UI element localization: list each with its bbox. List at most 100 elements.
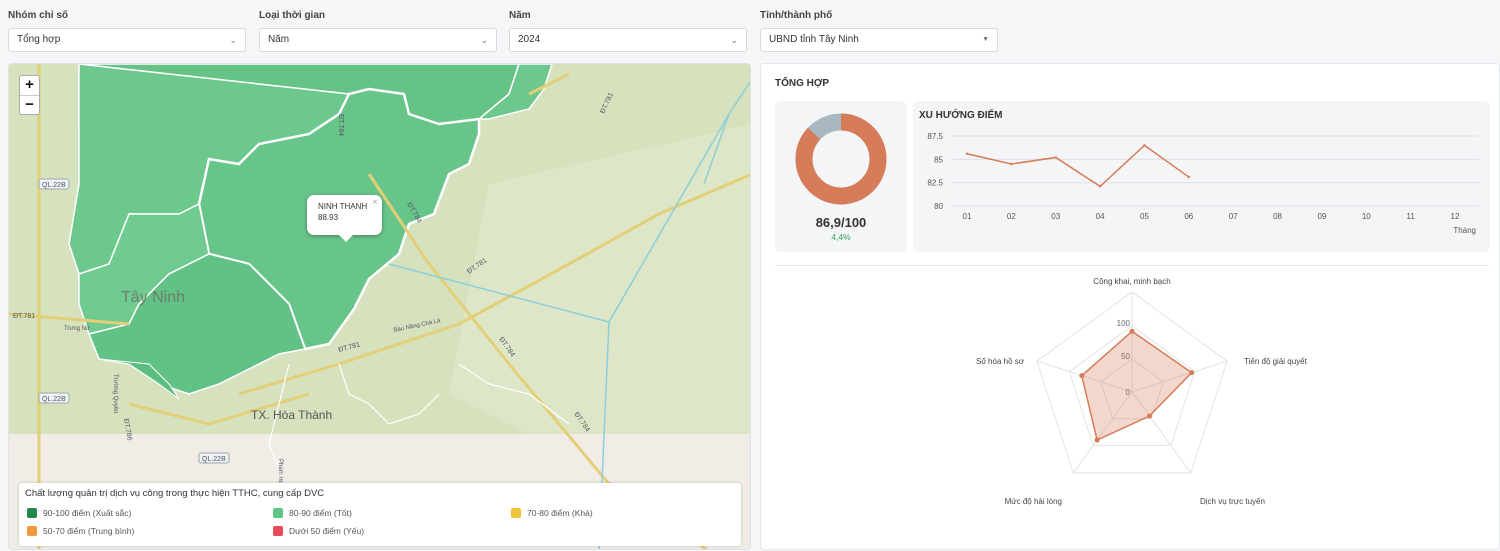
radar-axis-label: Dịch vụ trực tuyến	[1200, 497, 1265, 506]
legend-swatch	[27, 508, 37, 518]
district-popup: × NINH THẠNH 88.93	[307, 195, 382, 242]
legend-item: 80-90 điểm (Tốt)	[273, 508, 352, 518]
zoom-out-button[interactable]: −	[20, 95, 39, 114]
x-tick-label: 06	[1184, 212, 1193, 221]
legend-swatch	[27, 526, 37, 536]
summary-card: TỔNG HỢP 86,9/100 4,4% XU HƯỚNG ĐIỂM 80 8…	[760, 63, 1500, 550]
legend-swatch	[511, 508, 521, 518]
radar-axis-label: Tiến độ giải quyết	[1244, 357, 1308, 366]
map-canvas[interactable]: Tây Ninh TX. Hòa Thành QL.22B QL.22B QL.…	[9, 64, 751, 550]
filter-time-type: Loại thời gian Năm ⌄	[259, 10, 497, 52]
legend-title: Chất lượng quản trị dịch vụ công trong t…	[25, 488, 325, 499]
y-tick-label: 85	[934, 155, 943, 164]
filter-label: Nhóm chỉ số	[8, 10, 69, 21]
legend-swatch	[273, 526, 283, 536]
y-tick-label: 80	[934, 202, 943, 211]
legend-item: 90-100 điểm (Xuất sắc)	[27, 508, 131, 518]
road-label: ĐT.784	[337, 114, 344, 136]
caret-down-icon: ▼	[982, 36, 989, 43]
trend-point	[965, 152, 969, 155]
trend-series-line	[966, 144, 1190, 188]
filter-bar: Nhóm chỉ số Tổng hợp ⌄ Loại thời gian Năm…	[0, 0, 1500, 60]
filter-label: Năm	[509, 10, 531, 21]
radar-point	[1189, 370, 1195, 376]
trend-line-chart: 80 82.5 85 87.5 01 02 03 04 05 06 07 08 09 10 11 12 Thán…	[927, 132, 1479, 235]
year-select[interactable]: 2024 ⌄	[509, 28, 747, 52]
legend-swatch	[273, 508, 283, 518]
zoom-control: + −	[19, 75, 40, 115]
x-tick-label: 07	[1229, 212, 1238, 221]
select-value: 2024	[518, 34, 541, 45]
y-tick-label: 82.5	[927, 179, 943, 188]
road-label: QL.22B	[42, 396, 66, 403]
trend-point	[1098, 185, 1102, 188]
filter-index-group: Nhóm chỉ số Tổng hợp ⌄	[8, 10, 246, 52]
radar-point	[1129, 328, 1135, 334]
x-tick-label: 02	[1007, 212, 1016, 221]
trend-point	[1143, 144, 1146, 147]
trend-point	[1187, 175, 1191, 179]
radar-point	[1094, 437, 1100, 443]
summary-title: TỔNG HỢP	[775, 78, 830, 89]
x-tick-label: 05	[1140, 212, 1149, 221]
score-change: 4,4%	[831, 232, 851, 242]
radar-point	[1146, 413, 1152, 419]
radar-point	[1079, 373, 1085, 379]
filter-label: Loại thời gian	[259, 10, 325, 21]
map-card: Tây Ninh TX. Hòa Thành QL.22B QL.22B QL.…	[8, 63, 751, 550]
x-tick-label: 08	[1273, 212, 1282, 221]
criteria-radar-chart: 050100Công khai, minh bạchTiến độ giải q…	[976, 277, 1308, 506]
road-label: Trường Quyền	[112, 374, 118, 413]
x-axis-label: Tháng	[1453, 226, 1476, 235]
y-tick-label: 87.5	[927, 132, 943, 141]
road-label: Trưng Nữ	[64, 326, 90, 332]
road-label: QL.22B	[202, 456, 226, 463]
x-tick-label: 11	[1406, 212, 1415, 221]
legend-item: Dưới 50 điểm (Yếu)	[273, 526, 364, 536]
filter-label: Tỉnh/thành phố	[760, 10, 833, 21]
index-group-select[interactable]: Tổng hợp ⌄	[8, 28, 246, 52]
score-donut-chart	[795, 113, 887, 205]
province-select[interactable]: UBND tỉnh Tây Ninh ▼	[760, 28, 998, 52]
x-tick-label: 03	[1051, 212, 1060, 221]
road-label: QL.22B	[42, 182, 66, 189]
total-score: 86,9/100	[815, 215, 867, 230]
road-label: ĐT.781	[13, 313, 35, 320]
legend-item: 50-70 điểm (Trung bình)	[27, 526, 134, 536]
radar-axis-label: Công khai, minh bạch	[1093, 277, 1170, 286]
radar-axis-label: Số hóa hồ sơ	[976, 357, 1025, 366]
x-tick-label: 10	[1362, 212, 1371, 221]
radar-tick-label: 100	[1117, 319, 1131, 328]
select-value: Năm	[268, 34, 290, 45]
trend-panel: XU HƯỚNG ĐIỂM 80 82.5 85 87.5 01 02 03 04 05 06 07…	[913, 101, 1490, 252]
chevron-down-icon: ⌄	[480, 35, 488, 45]
filter-year: Năm 2024 ⌄	[509, 10, 747, 52]
legend-label: Dưới 50 điểm (Yếu)	[289, 526, 365, 536]
map-legend: Chất lượng quản trị dịch vụ công trong t…	[19, 483, 741, 546]
trend-point	[1010, 162, 1013, 166]
divider	[775, 265, 1489, 266]
place-label: Tây Ninh	[121, 289, 185, 306]
time-type-select[interactable]: Năm ⌄	[259, 28, 497, 52]
popup-district-score: 88.93	[318, 213, 339, 222]
score-donut-panel: 86,9/100 4,4%	[775, 101, 907, 252]
legend-label: 50-70 điểm (Trung bình)	[43, 526, 135, 536]
x-tick-label: 04	[1096, 212, 1105, 221]
legend-label: 80-90 điểm (Tốt)	[289, 508, 352, 518]
radar-axis-label: Mức độ hài lòng	[1005, 497, 1062, 506]
zoom-in-button[interactable]: +	[20, 76, 39, 95]
radar-series-area	[1080, 330, 1193, 442]
legend-label: 70-80 điểm (Khá)	[527, 508, 593, 518]
legend-item: 70-80 điểm (Khá)	[511, 508, 593, 518]
filter-province: Tỉnh/thành phố UBND tỉnh Tây Ninh ▼	[760, 10, 998, 52]
close-icon[interactable]: ×	[372, 197, 378, 208]
chevron-down-icon: ⌄	[229, 35, 237, 45]
x-tick-label: 12	[1451, 212, 1460, 221]
select-value: UBND tỉnh Tây Ninh	[769, 34, 859, 45]
chevron-down-icon: ⌄	[730, 35, 738, 45]
place-label: TX. Hòa Thành	[251, 408, 332, 422]
trend-point	[1054, 156, 1057, 159]
x-tick-label: 01	[963, 212, 972, 221]
select-value: Tổng hợp	[17, 34, 61, 45]
legend-label: 90-100 điểm (Xuất sắc)	[43, 508, 132, 518]
